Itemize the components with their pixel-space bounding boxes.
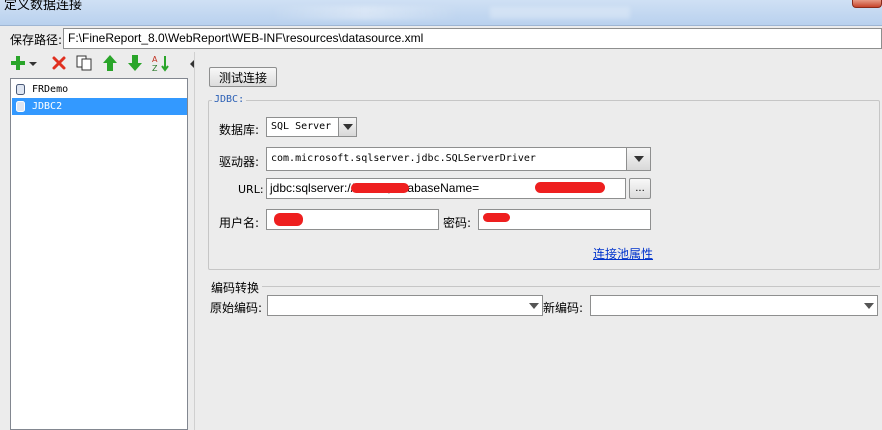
username-label: 用户名: — [219, 216, 260, 230]
test-connection-button[interactable]: 测试连接 — [209, 67, 277, 87]
delete-icon — [52, 56, 66, 70]
database-label: 数据库: — [219, 123, 260, 137]
database-icon — [16, 84, 25, 95]
redaction-mark — [351, 183, 409, 193]
redaction-mark — [535, 182, 605, 193]
chevron-down-icon[interactable] — [338, 118, 356, 136]
connection-list[interactable]: FRDemo JDBC2 — [10, 78, 188, 430]
url-browse-button[interactable]: ... — [629, 178, 651, 199]
svg-text:A: A — [152, 55, 158, 64]
url-label: URL: — [238, 183, 264, 196]
driver-value: com.microsoft.sqlserver.jdbc.SQLServerDr… — [271, 153, 536, 164]
title-bar-blur — [270, 6, 460, 20]
chevron-down-icon[interactable] — [860, 296, 877, 315]
url-field[interactable]: jdbc:sqlserver:// :1433;databaseName= — [266, 178, 626, 199]
database-icon — [16, 101, 25, 112]
driver-select[interactable]: com.microsoft.sqlserver.jdbc.SQLServerDr… — [266, 147, 651, 171]
copy-button[interactable] — [73, 52, 95, 74]
list-item[interactable]: JDBC2 — [12, 98, 187, 115]
redaction-mark — [274, 213, 303, 226]
encoding-divider — [262, 286, 880, 287]
jdbc-legend: JDBC: — [212, 94, 247, 105]
list-item[interactable]: FRDemo — [12, 81, 187, 98]
username-field[interactable] — [266, 209, 439, 230]
original-encoding-label: 原始编码: — [210, 301, 263, 315]
connection-name: FRDemo — [32, 84, 69, 95]
connection-pool-link[interactable]: 连接池属性 — [593, 245, 653, 262]
move-up-icon — [103, 55, 117, 71]
sort-button[interactable]: A Z — [150, 52, 172, 74]
copy-icon — [76, 55, 92, 71]
new-encoding-label: 新编码: — [543, 301, 584, 315]
chevron-down-icon[interactable] — [626, 148, 650, 170]
password-field[interactable] — [478, 209, 651, 230]
close-button[interactable] — [852, 0, 882, 8]
move-down-icon — [128, 55, 142, 71]
database-value: SQL Server — [271, 121, 332, 132]
splitter[interactable] — [194, 52, 195, 430]
chevron-down-icon[interactable] — [525, 296, 542, 315]
connection-name: JDBC2 — [32, 101, 63, 112]
redaction-mark — [483, 213, 510, 222]
original-encoding-select[interactable] — [267, 295, 543, 316]
add-button[interactable] — [10, 52, 40, 74]
new-encoding-select[interactable] — [590, 295, 878, 316]
driver-label: 驱动器: — [219, 155, 260, 169]
delete-button[interactable] — [48, 52, 70, 74]
add-icon — [11, 56, 37, 70]
password-label: 密码: — [443, 216, 472, 230]
sort-icon: A Z — [152, 55, 169, 72]
database-select[interactable]: SQL Server — [266, 117, 357, 137]
connection-toolbar: A Z — [10, 52, 188, 76]
title-bar: 定义数据连接 — [0, 0, 882, 26]
move-up-button[interactable] — [99, 52, 121, 74]
window-title: 定义数据连接 — [4, 0, 83, 13]
save-path-label: 保存路径: — [10, 33, 63, 47]
save-path-field[interactable]: F:\FineReport_8.0\WebReport\WEB-INF\reso… — [63, 28, 882, 49]
title-bar-blur-2 — [490, 7, 630, 19]
move-down-button[interactable] — [124, 52, 146, 74]
encoding-legend: 编码转换 — [211, 281, 260, 295]
svg-text:Z: Z — [152, 64, 158, 72]
